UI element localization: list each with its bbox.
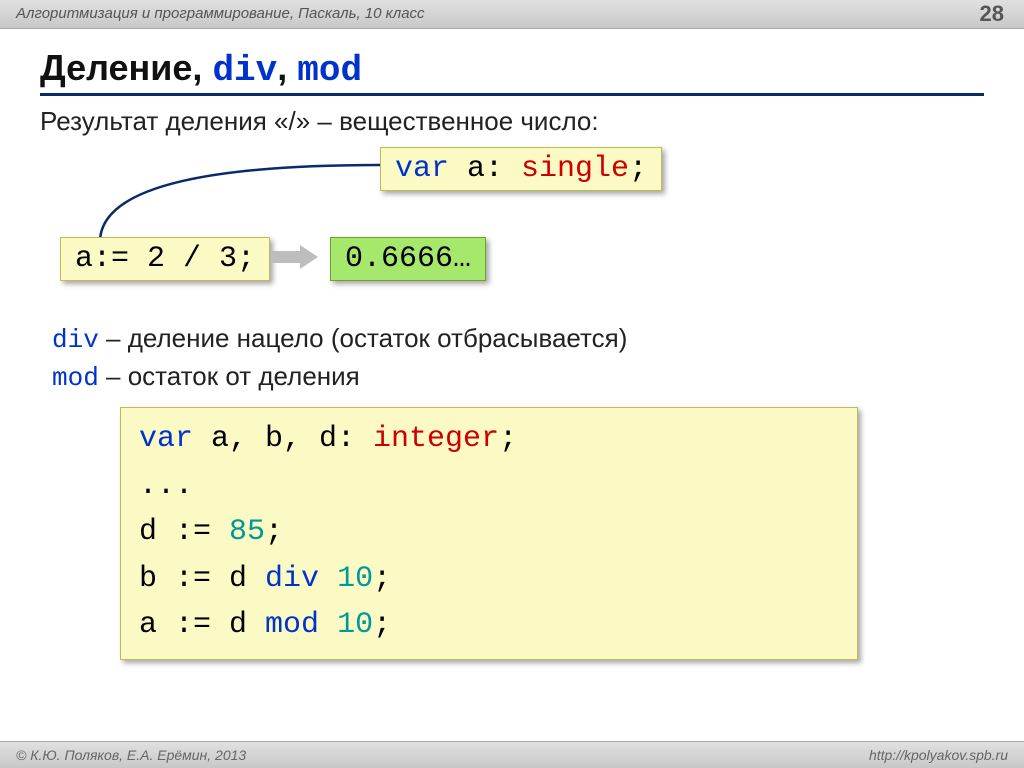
l3-a: d :=	[139, 515, 229, 549]
var-rest: a:	[449, 152, 521, 186]
kw-div: div	[52, 325, 99, 355]
footer-bar: © К.Ю. Поляков, Е.А. Ерёмин, 2013 http:/…	[0, 741, 1024, 768]
l5-a: a := d	[139, 608, 265, 642]
l5-sp	[319, 608, 337, 642]
lead-text: Результат деления «/» – вещественное чис…	[40, 106, 984, 137]
l4-a: b := d	[139, 562, 265, 596]
kw-var: var	[395, 152, 449, 186]
l5-kw-mod: mod	[265, 608, 319, 642]
l2-dots: ...	[139, 469, 193, 503]
l4-b: ;	[373, 562, 391, 596]
definition-mod: mod – остаток от деления	[52, 361, 984, 393]
l4-kw-div: div	[265, 562, 319, 596]
l5-num: 10	[337, 608, 373, 642]
slide-title: Деление, div, mod	[40, 47, 984, 91]
code-block-main: var a, b, d: integer; ... d := 85; b := …	[120, 407, 858, 660]
page-number: 28	[980, 0, 1004, 28]
l1-mid: a, b, d:	[193, 422, 373, 456]
slide-content: Деление, div, mod Результат деления «/» …	[0, 29, 1024, 660]
code-box-var-decl: var a: single;	[380, 147, 662, 191]
title-underline	[40, 93, 984, 96]
title-kw-div: div	[212, 50, 277, 91]
kw-mod: mod	[52, 363, 99, 393]
arrow-icon	[272, 245, 320, 269]
title-kw-mod: mod	[297, 50, 362, 91]
l3-b: ;	[265, 515, 283, 549]
l5-b: ;	[373, 608, 391, 642]
code-box-expr: a:= 2 / 3;	[60, 237, 270, 281]
type-single: single	[521, 152, 629, 186]
l3-num: 85	[229, 515, 265, 549]
copyright: © К.Ю. Поляков, Е.А. Ерёмин, 2013	[16, 747, 246, 763]
div-def-text: – деление нацело (остаток отбрасывается)	[99, 323, 628, 353]
mod-def-text: – остаток от деления	[99, 361, 360, 391]
title-text: Деление,	[40, 47, 212, 88]
footer-url: http://kpolyakov.spb.ru	[869, 742, 1008, 768]
type-integer: integer	[373, 422, 499, 456]
definition-div: div – деление нацело (остаток отбрасывае…	[52, 323, 984, 355]
kw-var2: var	[139, 422, 193, 456]
course-title: Алгоритмизация и программирование, Паска…	[16, 5, 425, 22]
var-semi: ;	[629, 152, 647, 186]
result-box: 0.6666…	[330, 237, 486, 281]
header-bar: Алгоритмизация и программирование, Паска…	[0, 0, 1024, 29]
l4-sp	[319, 562, 337, 596]
diagram: var a: single; a:= 2 / 3; 0.6666…	[40, 147, 984, 317]
title-sep: ,	[277, 47, 297, 88]
l1-end: ;	[499, 422, 517, 456]
l4-num: 10	[337, 562, 373, 596]
